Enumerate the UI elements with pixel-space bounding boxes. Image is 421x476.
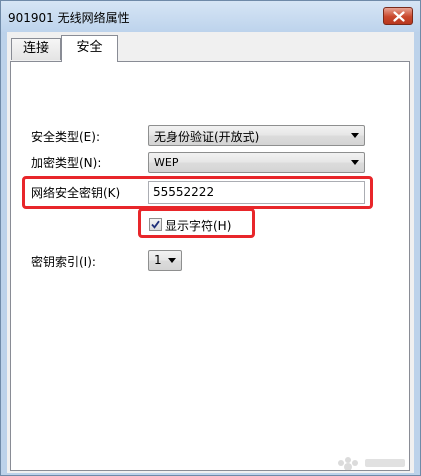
close-icon [393, 11, 405, 22]
security-type-label: 安全类型(E): [31, 130, 100, 144]
encryption-type-value: WEP [154, 156, 179, 169]
wireless-properties-window: 901901 无线网络属性 连接 安全 安全类型(E): 无身份验证(开放式) … [0, 0, 421, 476]
encryption-type-label: 加密类型(N): [31, 156, 102, 170]
window-title: 901901 无线网络属性 [8, 11, 130, 25]
chevron-down-icon [168, 258, 176, 263]
network-key-highlight [22, 176, 373, 209]
title-bar[interactable]: 901901 无线网络属性 [1, 1, 420, 32]
key-index-label: 密钥索引(I): [31, 255, 96, 269]
security-tab-panel: 安全类型(E): 无身份验证(开放式) 加密类型(N): WEP 网络安全密钥(… [10, 61, 410, 471]
security-type-value: 无身份验证(开放式) [154, 130, 260, 144]
dialog-client-area: 连接 安全 安全类型(E): 无身份验证(开放式) 加密类型(N): WEP 网… [7, 32, 414, 473]
close-button[interactable] [383, 7, 413, 25]
key-index-value: 1 [154, 253, 162, 267]
show-characters-highlight [138, 208, 255, 238]
security-type-select[interactable]: 无身份验证(开放式) [148, 125, 365, 146]
tab-connection[interactable]: 连接 [11, 38, 61, 60]
encryption-type-select[interactable]: WEP [148, 152, 365, 173]
tab-security[interactable]: 安全 [61, 35, 118, 62]
key-index-select[interactable]: 1 [148, 250, 182, 271]
watermark-logo [338, 457, 405, 471]
chevron-down-icon [351, 133, 359, 138]
chevron-down-icon [351, 160, 359, 165]
